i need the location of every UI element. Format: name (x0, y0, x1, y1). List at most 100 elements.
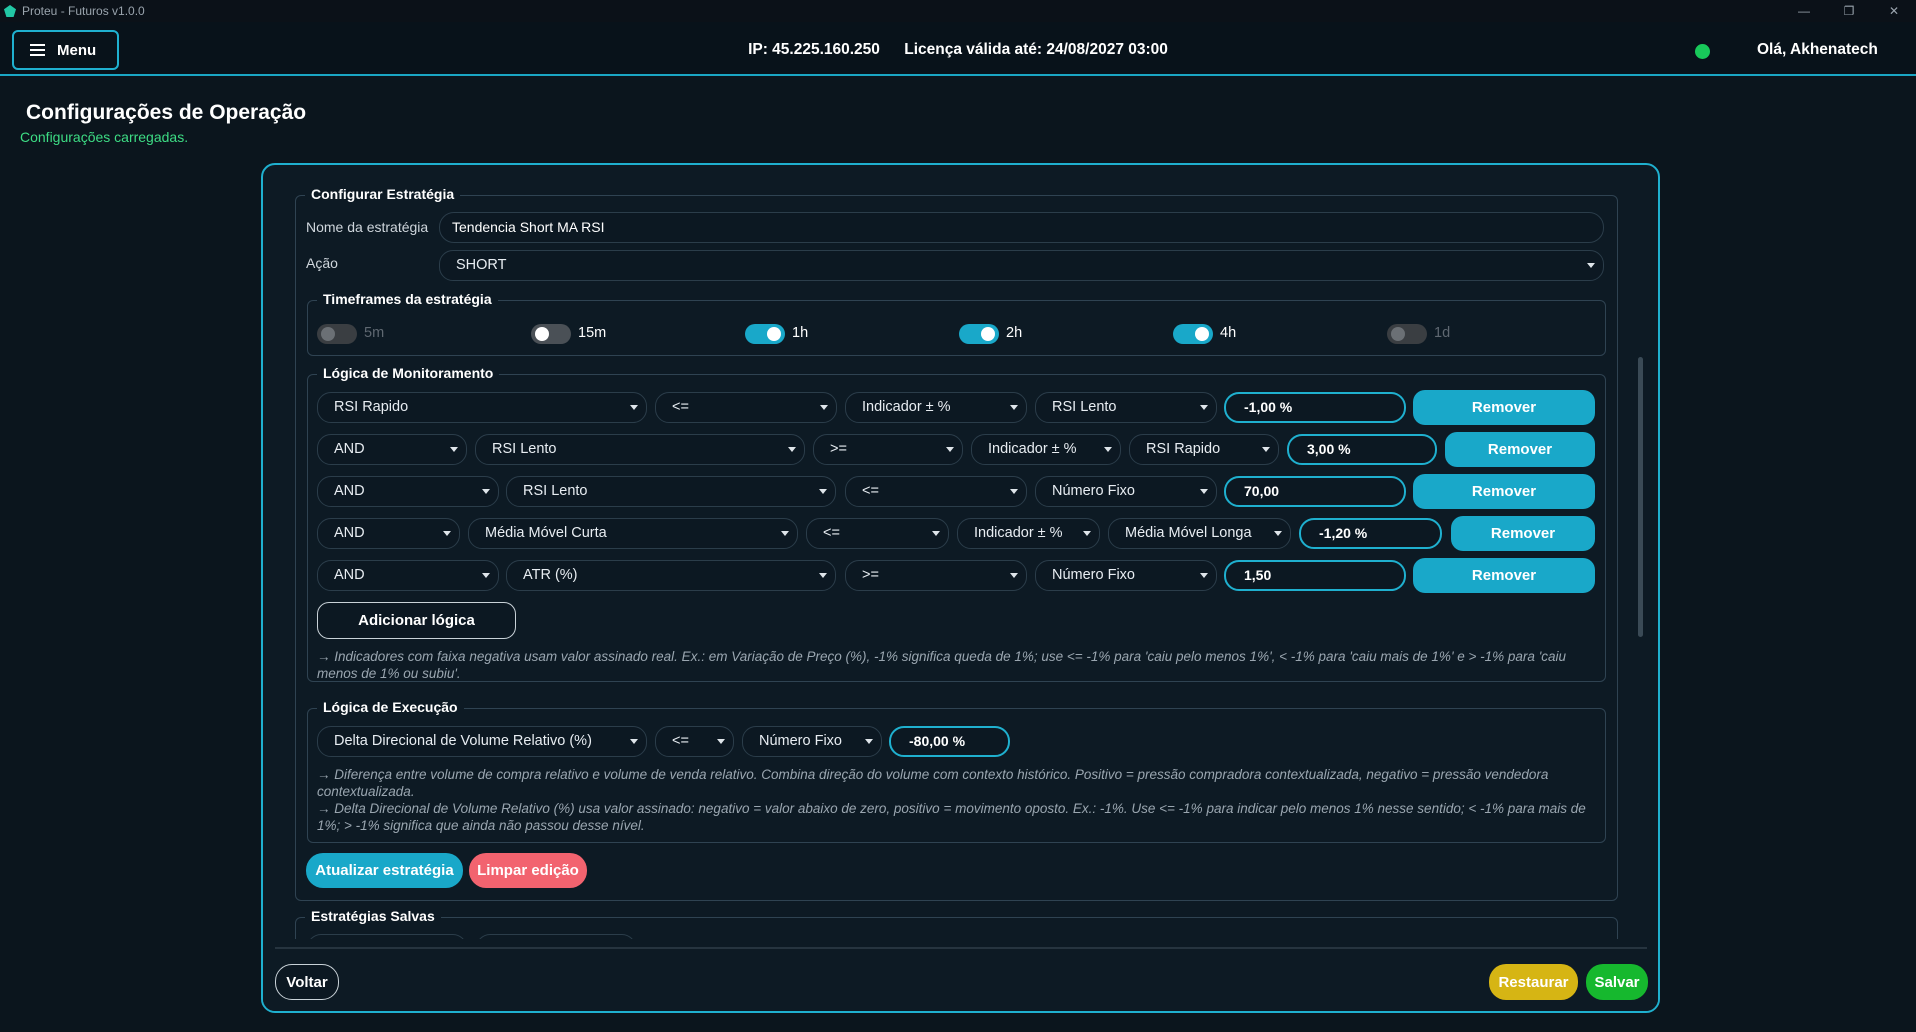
monitoring-row-3-value[interactable]: 70,00 (1224, 476, 1406, 507)
monitoring-row-3-compare-type[interactable]: Número Fixo (1035, 476, 1217, 507)
chevron-down-icon (1587, 263, 1595, 268)
monitoring-legend: Lógica de Monitoramento (317, 364, 500, 382)
monitoring-note: → Indicadores com faixa negativa usam va… (317, 649, 1567, 681)
monitoring-row-4-operator[interactable]: <= (806, 518, 949, 549)
chevron-down-icon (1200, 405, 1208, 410)
chevron-down-icon (443, 531, 451, 536)
chevron-down-icon (1083, 531, 1091, 536)
monitoring-row-4-compare-target[interactable]: Média Móvel Longa (1108, 518, 1291, 549)
action-select-value: SHORT (456, 257, 507, 273)
top-bar: Menu IP: 45.225.160.250 Licença válida a… (0, 22, 1916, 76)
monitoring-row-5-indicator[interactable]: ATR (%) (506, 560, 836, 591)
execution-compare-type-select[interactable]: Número Fixo (742, 726, 882, 757)
monitoring-row-1-indicator[interactable]: RSI Rapido (317, 392, 647, 423)
ip-address: IP: 45.225.160.250 (748, 41, 880, 58)
restore-icon[interactable]: ❐ (1830, 0, 1868, 22)
monitoring-row-2-compare-type[interactable]: Indicador ± % (971, 434, 1121, 465)
chevron-down-icon (482, 573, 490, 578)
monitoring-row-1-operator[interactable]: <= (655, 392, 837, 423)
execution-note-2: → Delta Direcional de Volume Relativo (%… (317, 801, 1586, 833)
monitoring-row-2-operator[interactable]: >= (813, 434, 963, 465)
page-title: Configurações de Operação (26, 101, 307, 124)
chevron-down-icon (1262, 447, 1270, 452)
license-info: Licença válida até: 24/08/2027 03:00 (904, 41, 1168, 58)
monitoring-row-2-value[interactable]: 3,00 % (1287, 434, 1437, 465)
execution-operator-select[interactable]: <= (655, 726, 734, 757)
chevron-down-icon (788, 447, 796, 452)
update-strategy-button[interactable]: Atualizar estratégia (306, 853, 463, 888)
chevron-down-icon (1104, 447, 1112, 452)
monitoring-row-1-compare-type[interactable]: Indicador ± % (845, 392, 1027, 423)
monitoring-row-2-indicator[interactable]: RSI Lento (475, 434, 805, 465)
monitoring-row-1-compare-target[interactable]: RSI Lento (1035, 392, 1217, 423)
monitoring-row-3-operator[interactable]: <= (845, 476, 1027, 507)
saved-strategies-legend: Estratégias Salvas (305, 907, 441, 925)
chevron-down-icon (1200, 573, 1208, 578)
action-select[interactable]: SHORT (439, 250, 1604, 281)
chevron-down-icon (630, 405, 638, 410)
strategy-legend: Configurar Estratégia (305, 185, 461, 203)
toggle-4h[interactable] (1173, 324, 1213, 344)
toggle-1d[interactable] (1387, 324, 1427, 344)
chevron-down-icon (819, 489, 827, 494)
panel-footer (263, 939, 1658, 1011)
chevron-down-icon (819, 573, 827, 578)
back-button[interactable]: Voltar (275, 964, 339, 1000)
chevron-down-icon (932, 531, 940, 536)
window-titlebar: Proteu - Futuros v1.0.0 — ❐ ✕ (0, 0, 1916, 22)
monitoring-row-5-operator[interactable]: >= (845, 560, 1027, 591)
chevron-down-icon (630, 739, 638, 744)
monitoring-row-4-remove-button[interactable]: Remover (1451, 516, 1595, 551)
monitoring-row-2-compare-target[interactable]: RSI Rapido (1129, 434, 1279, 465)
monitoring-row-1-remove-button[interactable]: Remover (1413, 390, 1595, 425)
footer-divider (275, 947, 1647, 949)
chevron-down-icon (717, 739, 725, 744)
vertical-scrollbar[interactable] (1638, 357, 1643, 637)
monitoring-row-5-connector[interactable]: AND (317, 560, 499, 591)
monitoring-row-4-connector[interactable]: AND (317, 518, 460, 549)
monitoring-row-1-value[interactable]: -1,00 % (1224, 392, 1406, 423)
monitoring-row-2-connector[interactable]: AND (317, 434, 467, 465)
toggle-2h-label: 2h (1006, 325, 1023, 341)
toggle-5m[interactable] (317, 324, 357, 344)
app-logo-icon (4, 5, 16, 17)
chevron-down-icon (1010, 405, 1018, 410)
monitoring-row-5-value[interactable]: 1,50 (1224, 560, 1406, 591)
execution-legend: Lógica de Execução (317, 698, 464, 716)
chevron-down-icon (781, 531, 789, 536)
toggle-15m-label: 15m (578, 325, 607, 341)
chevron-down-icon (820, 405, 828, 410)
add-logic-button[interactable]: Adicionar lógica (317, 602, 516, 639)
monitoring-row-3-indicator[interactable]: RSI Lento (506, 476, 836, 507)
monitoring-row-5-compare-type[interactable]: Número Fixo (1035, 560, 1217, 591)
monitoring-row-4-compare-type[interactable]: Indicador ± % (957, 518, 1100, 549)
monitoring-row-3-remove-button[interactable]: Remover (1413, 474, 1595, 509)
restore-button[interactable]: Restaurar (1489, 964, 1578, 1000)
monitoring-row-2-remove-button[interactable]: Remover (1445, 432, 1595, 467)
toggle-15m[interactable] (531, 324, 571, 344)
chevron-down-icon (482, 489, 490, 494)
clear-edit-button[interactable]: Limpar edição (469, 853, 587, 888)
execution-value-input[interactable]: -80,00 % (889, 726, 1010, 757)
close-icon[interactable]: ✕ (1875, 0, 1913, 22)
toggle-1h[interactable] (745, 324, 785, 344)
strategy-name-input[interactable]: Tendencia Short MA RSI (439, 212, 1604, 243)
monitoring-row-4-indicator[interactable]: Média Móvel Curta (468, 518, 798, 549)
chevron-down-icon (450, 447, 458, 452)
toggle-2h[interactable] (959, 324, 999, 344)
chevron-down-icon (1200, 489, 1208, 494)
chevron-down-icon (865, 739, 873, 744)
page-status: Configurações carregadas. (20, 129, 189, 145)
minimize-icon[interactable]: — (1785, 0, 1823, 22)
toggle-1h-label: 1h (792, 325, 809, 341)
monitoring-row-5-remove-button[interactable]: Remover (1413, 558, 1595, 593)
monitoring-row-4-value[interactable]: -1,20 % (1299, 518, 1442, 549)
window-title: Proteu - Futuros v1.0.0 (22, 4, 145, 18)
status-indicator-icon (1695, 44, 1710, 59)
strategy-name-label: Nome da estratégia (306, 219, 429, 235)
monitoring-row-3-connector[interactable]: AND (317, 476, 499, 507)
settings-panel: Configurar Estratégia Nome da estratégia… (261, 163, 1660, 1013)
save-button[interactable]: Salvar (1586, 964, 1648, 1000)
timeframes-legend: Timeframes da estratégia (317, 290, 498, 308)
execution-indicator-select[interactable]: Delta Direcional de Volume Relativo (%) (317, 726, 647, 757)
